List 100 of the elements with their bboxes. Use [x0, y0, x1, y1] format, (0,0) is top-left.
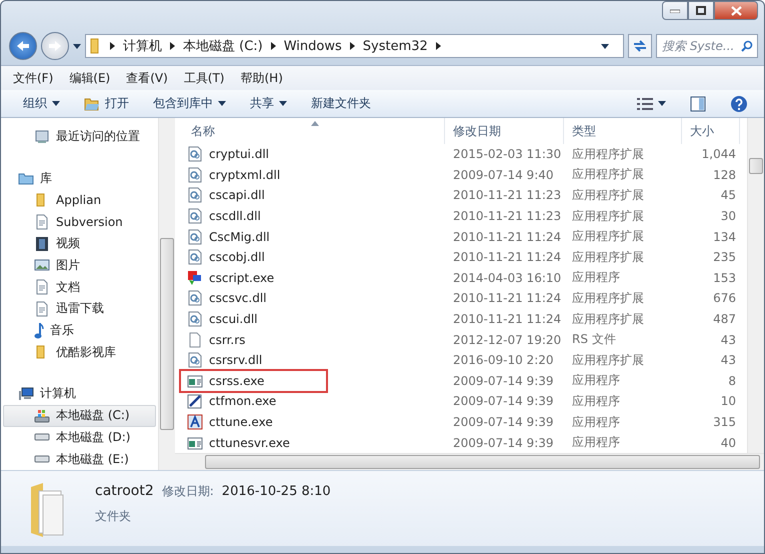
breadcrumb-segment[interactable]: 本地磁盘 (C:) [183, 37, 263, 55]
menu-item[interactable]: 查看(V) [126, 70, 168, 86]
file-name: cttune.exe [183, 414, 273, 430]
file-row[interactable]: csrss.exe 2009-07-14 9:39 应用程序 8 [183, 370, 747, 392]
breadcrumb-segment[interactable]: System32 [362, 38, 428, 54]
dll-file-icon [187, 228, 203, 245]
sidebar-item[interactable]: Subversion [3, 210, 156, 233]
date-cell-text: 2010-11-21 11:23 [452, 188, 562, 202]
document-icon [34, 300, 50, 317]
toolbar-button[interactable]: 组织 [17, 92, 66, 115]
file-name: cttunesvr.exe [183, 434, 290, 451]
type-cell-text: 应用程序扩展 [571, 186, 645, 204]
refresh-button[interactable] [628, 34, 652, 58]
size-cell-text: 8 [727, 374, 737, 388]
date-cell-text: 2009-07-14 9:39 [452, 415, 554, 430]
search-field[interactable]: 搜索 Syste... [656, 34, 758, 58]
file-row[interactable]: cscobj.dll 2010-11-21 11:24 应用程序扩展 235 [183, 246, 747, 268]
date-cell-text: 2015-02-03 11:30 [452, 147, 562, 162]
close-button[interactable] [714, 1, 758, 20]
blank-file-icon [187, 332, 203, 348]
sidebar-item[interactable]: 本地磁盘 (D:) [3, 426, 156, 448]
menu-item[interactable]: 文件(F) [13, 70, 54, 86]
file-name: cscsvc.dll [183, 290, 266, 306]
toolbar-button[interactable]: 新建文件夹 [305, 92, 377, 115]
file-row[interactable]: cscript.exe 2014-04-03 16:10 应用程序 153 [183, 268, 747, 288]
menu-item[interactable]: 工具(T) [184, 70, 224, 86]
column-header[interactable]: 类型 [564, 118, 682, 144]
drive-icon [34, 455, 50, 464]
toolbar-button[interactable]: 打开 [78, 92, 135, 115]
address-bar[interactable]: 计算机 本地磁盘 (C:) Windows System32 [85, 34, 624, 58]
toolbar-button[interactable]: 共享 [244, 92, 293, 115]
file-row[interactable]: cttune.exe 2009-07-14 9:39 应用程序 315 [183, 412, 747, 432]
file-row[interactable]: cryptxml.dll 2009-07-14 9:40 应用程序扩展 128 [183, 164, 747, 186]
list-scrollbar[interactable] [747, 118, 764, 453]
file-row[interactable]: cttunesvr.exe 2009-07-14 9:39 应用程序 40 [183, 432, 747, 453]
dll-file-icon [187, 187, 203, 204]
minimize-button[interactable] [662, 1, 688, 20]
file-name: cryptxml.dll [183, 166, 280, 183]
menu-item[interactable]: 帮助(H) [240, 70, 283, 86]
date-cell-text: 2016-09-10 2:20 [452, 353, 554, 368]
size-cell-text: 134 [712, 230, 737, 244]
file-row[interactable]: cscapi.dll 2010-11-21 11:23 应用程序扩展 45 [183, 185, 747, 206]
breadcrumb-segment[interactable]: Windows [284, 38, 342, 54]
file-row[interactable]: csrsrv.dll 2016-09-10 2:20 应用程序扩展 43 [183, 350, 747, 371]
breadcrumb-segment[interactable]: 计算机 [123, 37, 162, 55]
sidebar-item[interactable]: 音乐 [3, 320, 156, 342]
sidebar-item[interactable]: 计算机 [3, 382, 156, 405]
date-cell-text: 2009-07-14 9:40 [452, 168, 554, 182]
size-cell-text: 235 [712, 250, 737, 264]
recent-places-icon [34, 128, 50, 145]
size-cell-text: 128 [712, 168, 737, 182]
file-row[interactable]: cscdll.dll 2010-11-21 11:23 应用程序扩展 30 [183, 206, 747, 226]
type-cell-text: 应用程序扩展 [571, 310, 645, 328]
maximize-button[interactable] [688, 1, 714, 20]
horizontal-scrollbar[interactable] [175, 453, 764, 470]
sidebar-scrollbar[interactable] [158, 118, 175, 470]
pen-icon [187, 393, 203, 410]
size-cell-text: 487 [712, 312, 737, 326]
file-row[interactable]: CscMig.dll 2010-11-21 11:24 应用程序扩展 134 [183, 226, 747, 247]
picture-icon [34, 257, 50, 274]
column-header[interactable]: 大小 [682, 118, 740, 144]
type-cell-text: 应用程序 [571, 269, 621, 286]
type-cell-text: 应用程序扩展 [571, 290, 645, 307]
drive-icon [34, 433, 50, 442]
toolbar-button[interactable]: 包含到库中 [147, 92, 232, 115]
file-row[interactable]: cscui.dll 2010-11-21 11:24 应用程序扩展 487 [183, 308, 747, 330]
sidebar-item[interactable]: Applian [3, 189, 156, 211]
caret-icon [279, 101, 287, 106]
sidebar-item[interactable]: 最近访问的位置 [3, 126, 156, 148]
file-name: cscui.dll [183, 311, 258, 328]
date-cell-text: 2010-11-21 11:24 [452, 291, 562, 306]
file-row[interactable]: cryptui.dll 2015-02-03 11:30 应用程序扩展 1,044 [183, 144, 747, 165]
size-cell-text: 1,044 [700, 147, 737, 162]
column-header[interactable]: 修改日期 [445, 118, 564, 144]
sidebar-item[interactable]: 库 [3, 167, 156, 190]
back-arrow-icon [16, 40, 30, 52]
back-button[interactable] [9, 32, 37, 60]
sidebar-item[interactable]: 迅雷下载 [3, 298, 156, 320]
date-cell-text: 2009-07-14 9:39 [452, 374, 554, 388]
dll-file-icon [187, 249, 203, 266]
menu-item[interactable]: 编辑(E) [69, 70, 110, 86]
forward-button[interactable] [41, 32, 69, 60]
sidebar-item[interactable]: 图片 [3, 254, 156, 276]
sidebar-item[interactable]: 优酷影视库 [3, 341, 156, 364]
sidebar-item[interactable]: 本地磁盘 (E:) [3, 448, 156, 470]
file-row[interactable]: cscsvc.dll 2010-11-21 11:24 应用程序扩展 676 [183, 288, 747, 309]
item-type: 文件夹 [95, 508, 132, 525]
close-icon [730, 6, 742, 16]
sidebar-item[interactable]: 视频 [3, 232, 156, 254]
search-icon [741, 40, 753, 52]
sidebar-item[interactable]: 本地磁盘 (C:) [3, 404, 156, 427]
file-row[interactable]: ctfmon.exe 2009-07-14 9:39 应用程序 10 [183, 391, 747, 412]
sidebar-item[interactable]: 文档 [3, 276, 156, 298]
type-cell-text: 应用程序 [571, 414, 621, 431]
forward-arrow-icon [48, 40, 62, 52]
file-name: csrr.rs [183, 332, 246, 348]
column-header[interactable]: 名称 [183, 118, 445, 144]
size-cell-text: 45 [720, 188, 737, 202]
file-row[interactable]: csrr.rs 2012-12-07 19:20 RS 文件 43 [183, 329, 747, 350]
file-name: cscript.exe [183, 270, 274, 286]
